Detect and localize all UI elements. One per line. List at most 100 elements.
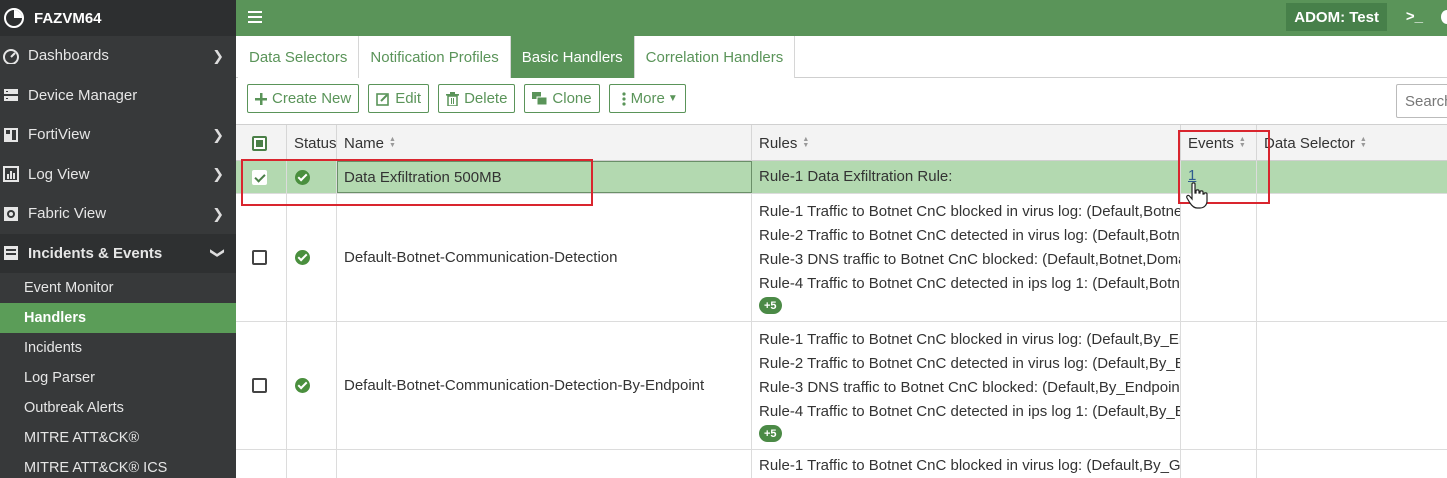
annotation-highlight-name [241, 159, 593, 206]
clone-button[interactable]: Clone [524, 84, 600, 113]
column-header-data-selector[interactable]: Data Selector ▲ ▼ [1257, 125, 1447, 161]
tab-notification-profiles[interactable]: Notification Profiles [359, 36, 511, 78]
more-rules-badge[interactable]: +5 [759, 297, 782, 314]
delete-button[interactable]: Delete [438, 84, 516, 113]
more-button[interactable]: More ▼ [608, 84, 686, 113]
sidebar-item-device-manager[interactable]: Device Manager [0, 76, 236, 116]
more-rules-badge[interactable]: +5 [759, 425, 782, 442]
row-name-cell [337, 450, 752, 478]
column-header-label: Status [294, 134, 337, 152]
row-rules-cell: Rule-1 Traffic to Botnet CnC blocked in … [752, 194, 1181, 321]
tab-data-selectors[interactable]: Data Selectors [238, 36, 360, 78]
column-header-name[interactable]: Name ▲ ▼ [337, 125, 752, 161]
edit-button[interactable]: Edit [368, 84, 430, 113]
sidebar-subitem-handlers[interactable]: Handlers [0, 303, 236, 333]
column-header-label: Name [344, 134, 385, 152]
adom-selector[interactable]: ADOM: Test [1286, 3, 1387, 31]
sidebar-item-label: FortiView [28, 126, 91, 144]
create-new-button[interactable]: Create New [247, 84, 360, 113]
chevron-right-icon: ❯ [212, 165, 224, 182]
chevron-down-icon: ▼ [667, 93, 678, 104]
handler-name[interactable]: Default-Botnet-Communication-Detection-B… [344, 377, 704, 394]
search-input[interactable]: Search [1396, 84, 1447, 118]
status-enabled-icon [295, 378, 310, 393]
sidebar-subitem-event-monitor[interactable]: Event Monitor [0, 273, 236, 303]
hand-cursor-icon [1186, 182, 1208, 213]
sidebar: FAZVM64 Dashboards ❯ Device Manager Fort… [0, 0, 236, 478]
column-header-rules[interactable]: Rules ▲ ▼ [752, 125, 1181, 161]
sidebar-item-incidents-events[interactable]: Incidents & Events ❯ [0, 233, 236, 273]
handler-tabs: Data Selectors Notification Profiles Bas… [236, 36, 1447, 78]
row-rules-cell: Rule-1 Traffic to Botnet CnC blocked in … [752, 450, 1181, 478]
rule-text: Rule-4 Traffic to Botnet CnC detected in… [759, 403, 1181, 420]
sidebar-subitem-mitre-attack-ics[interactable]: MITRE ATT&CK® ICS [0, 453, 236, 478]
row-checkbox[interactable] [252, 250, 267, 265]
sort-icon: ▲ ▼ [1359, 136, 1367, 149]
sidebar-item-fortiview[interactable]: FortiView ❯ [0, 115, 236, 155]
clone-icon [532, 92, 548, 105]
row-name-cell: Default-Botnet-Communication-Detection-B… [337, 322, 752, 449]
sidebar-item-label: Fabric View [28, 205, 107, 223]
clone-label: Clone [552, 90, 592, 107]
vertical-ellipsis-icon [622, 91, 626, 106]
sidebar-item-label: Dashboards [28, 47, 109, 65]
sidebar-item-fabric-view[interactable]: Fabric View ❯ [0, 194, 236, 234]
rule-text: Rule-1 Traffic to Botnet CnC blocked in … [759, 203, 1181, 220]
sidebar-item-log-view[interactable]: Log View ❯ [0, 155, 236, 195]
row-checkbox[interactable] [252, 378, 267, 393]
sidebar-item-label: Incidents & Events [28, 244, 163, 262]
rule-text: Rule-2 Traffic to Botnet CnC detected in… [759, 355, 1181, 372]
chevron-right-icon: ❯ [212, 126, 224, 143]
table-row[interactable]: Default-Botnet-Communication-Detection-B… [236, 322, 1447, 450]
edit-icon [376, 92, 390, 106]
row-data-selector-cell [1257, 161, 1447, 193]
rule-text: Rule-1 Traffic to Botnet CnC blocked in … [759, 331, 1181, 348]
top-bar: ADOM: Test >_ [236, 0, 1447, 36]
device-manager-icon [2, 86, 20, 104]
row-name-cell: Default-Botnet-Communication-Detection [337, 194, 752, 321]
row-status-cell [287, 322, 337, 449]
tab-basic-handlers[interactable]: Basic Handlers [510, 36, 635, 78]
row-events-cell [1181, 450, 1257, 478]
column-header-status[interactable]: Status [287, 125, 337, 161]
row-events-cell [1181, 322, 1257, 449]
tab-correlation-handlers[interactable]: Correlation Handlers [634, 36, 796, 78]
row-data-selector-cell [1257, 322, 1447, 449]
sidebar-subitem-incidents[interactable]: Incidents [0, 333, 236, 363]
create-new-label: Create New [272, 90, 352, 107]
handler-name[interactable]: Default-Botnet-Communication-Detection [344, 249, 617, 266]
delete-label: Delete [464, 90, 508, 107]
chevron-down-icon: ❯ [210, 247, 227, 260]
more-label: More [630, 90, 665, 107]
fortianalyzer-logo-icon [4, 8, 24, 28]
hamburger-menu-icon[interactable] [248, 11, 262, 23]
trash-icon [446, 91, 460, 106]
app-title: FAZVM64 [34, 9, 102, 27]
column-header-label: Rules [759, 134, 798, 152]
dashboard-icon [2, 47, 20, 65]
sidebar-item-dashboards[interactable]: Dashboards ❯ [0, 36, 236, 76]
row-data-selector-cell [1257, 194, 1447, 321]
column-header-label: Data Selector [1264, 134, 1355, 152]
row-events-cell [1181, 194, 1257, 321]
select-all-checkbox[interactable] [252, 136, 267, 151]
select-all-cell [236, 125, 287, 161]
row-status-cell [287, 194, 337, 321]
row-select-cell [236, 322, 287, 449]
fabric-view-icon [2, 205, 20, 223]
sidebar-subitem-outbreak-alerts[interactable]: Outbreak Alerts [0, 393, 236, 423]
row-data-selector-cell [1257, 450, 1447, 478]
rule-text: Rule-2 Traffic to Botnet CnC detected in… [759, 227, 1181, 244]
sidebar-subitem-log-parser[interactable]: Log Parser [0, 363, 236, 393]
fortiview-icon [2, 126, 20, 144]
table-row[interactable]: Default-Botnet-Communication-Detection R… [236, 194, 1447, 322]
app-brand: FAZVM64 [0, 0, 236, 36]
log-view-icon [2, 165, 20, 183]
user-avatar-icon[interactable] [1441, 10, 1447, 24]
cli-console-icon[interactable]: >_ [1406, 8, 1423, 25]
sidebar-item-label: Device Manager [28, 86, 138, 104]
row-select-cell [236, 450, 287, 478]
sidebar-subitem-mitre-attack[interactable]: MITRE ATT&CK® [0, 423, 236, 453]
table-row[interactable]: Rule-1 Traffic to Botnet CnC blocked in … [236, 450, 1447, 478]
plus-icon [255, 92, 267, 105]
